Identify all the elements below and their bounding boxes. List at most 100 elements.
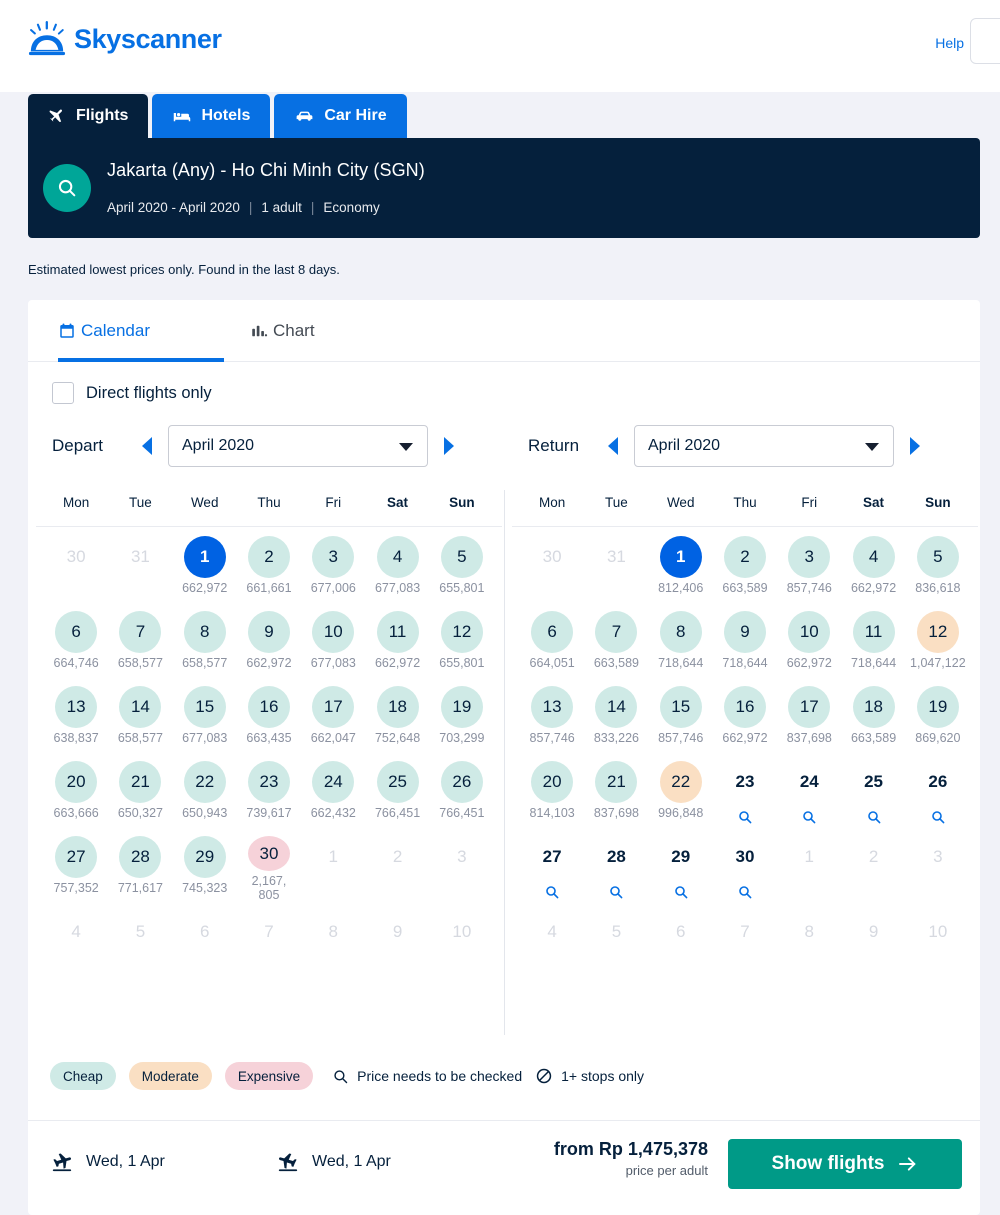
calendar-day-cell[interactable]: 19 703,299 — [430, 677, 494, 752]
price-search-icon[interactable] — [737, 809, 753, 825]
calendar-day-cell[interactable]: 29 — [649, 827, 713, 902]
day-number[interactable]: 17 — [788, 686, 831, 728]
calendar-day-cell[interactable]: 29 745,323 — [173, 827, 237, 902]
day-number[interactable]: 15 — [183, 686, 226, 728]
day-number[interactable]: 14 — [119, 686, 162, 728]
day-number[interactable]: 2 — [247, 536, 290, 578]
day-number[interactable]: 7 — [595, 611, 638, 653]
tab-hotels[interactable]: Hotels — [152, 94, 271, 138]
calendar-day-cell[interactable]: 15 857,746 — [649, 677, 713, 752]
calendar-day-cell[interactable]: 15 677,083 — [173, 677, 237, 752]
day-number[interactable]: 27 — [55, 836, 98, 878]
calendar-day-cell[interactable]: 28 771,617 — [108, 827, 172, 902]
calendar-day-cell[interactable]: 3 857,746 — [777, 527, 841, 602]
day-number[interactable]: 14 — [595, 686, 638, 728]
calendar-day-cell[interactable]: 24 — [777, 752, 841, 827]
day-number[interactable]: 18 — [852, 686, 895, 728]
calendar-day-cell[interactable]: 20 663,666 — [44, 752, 108, 827]
search-summary-bar[interactable]: Jakarta (Any) - Ho Chi Minh City (SGN) A… — [28, 138, 980, 238]
day-number[interactable]: 27 — [531, 836, 573, 878]
calendar-day-cell[interactable]: 14 658,577 — [108, 677, 172, 752]
calendar-day-cell[interactable]: 21 837,698 — [584, 752, 648, 827]
calendar-day-cell[interactable]: 21 650,327 — [108, 752, 172, 827]
day-number[interactable]: 22 — [659, 761, 702, 803]
day-number[interactable]: 10 — [312, 611, 355, 653]
day-number[interactable]: 10 — [788, 611, 831, 653]
day-number[interactable]: 28 — [119, 836, 162, 878]
day-number[interactable]: 13 — [531, 686, 574, 728]
calendar-day-cell[interactable]: 12 1,047,122 — [906, 602, 970, 677]
calendar-day-cell[interactable]: 17 662,047 — [301, 677, 365, 752]
calendar-day-cell[interactable]: 30 — [713, 827, 777, 902]
price-search-icon[interactable] — [801, 809, 817, 825]
depart-prev-month-button[interactable] — [138, 435, 156, 457]
calendar-day-cell[interactable]: 27 — [520, 827, 584, 902]
calendar-day-cell[interactable]: 16 662,972 — [713, 677, 777, 752]
calendar-day-cell[interactable]: 2 661,661 — [237, 527, 301, 602]
checkbox-box[interactable] — [52, 382, 74, 404]
day-number[interactable]: 5 — [916, 536, 959, 578]
calendar-day-cell[interactable]: 23 739,617 — [237, 752, 301, 827]
day-number[interactable]: 16 — [247, 686, 290, 728]
tab-flights[interactable]: Flights — [28, 94, 149, 138]
day-number[interactable]: 8 — [659, 611, 702, 653]
day-number[interactable]: 23 — [247, 761, 290, 803]
calendar-day-cell[interactable]: 11 718,644 — [841, 602, 905, 677]
return-next-month-button[interactable] — [906, 435, 924, 457]
show-flights-button[interactable]: Show flights — [728, 1139, 962, 1189]
calendar-day-cell[interactable]: 16 663,435 — [237, 677, 301, 752]
calendar-day-cell[interactable]: 11 662,972 — [365, 602, 429, 677]
day-number[interactable]: 19 — [440, 686, 483, 728]
day-number[interactable]: 20 — [55, 761, 98, 803]
day-number[interactable]: 9 — [723, 611, 766, 653]
day-number[interactable]: 1 — [183, 536, 226, 578]
calendar-day-cell[interactable]: 6 664,051 — [520, 602, 584, 677]
calendar-day-cell[interactable]: 4 662,972 — [841, 527, 905, 602]
day-number[interactable]: 26 — [917, 761, 959, 803]
day-number[interactable]: 17 — [312, 686, 355, 728]
day-number[interactable]: 4 — [376, 536, 419, 578]
day-number[interactable]: 8 — [183, 611, 226, 653]
day-number[interactable]: 19 — [916, 686, 959, 728]
calendar-day-cell[interactable]: 2 663,589 — [713, 527, 777, 602]
skyscanner-logo[interactable]: Skyscanner — [28, 20, 222, 58]
price-search-icon[interactable] — [866, 809, 882, 825]
day-number[interactable]: 16 — [723, 686, 766, 728]
calendar-day-cell[interactable]: 3 677,006 — [301, 527, 365, 602]
day-number[interactable]: 30 — [247, 836, 290, 871]
day-number[interactable]: 25 — [853, 761, 895, 803]
day-number[interactable]: 24 — [788, 761, 830, 803]
calendar-day-cell[interactable]: 26 — [906, 752, 970, 827]
calendar-day-cell[interactable]: 14 833,226 — [584, 677, 648, 752]
depart-next-month-button[interactable] — [440, 435, 458, 457]
day-number[interactable]: 11 — [376, 611, 419, 653]
price-search-icon[interactable] — [544, 884, 560, 900]
day-number[interactable]: 9 — [247, 611, 290, 653]
calendar-day-cell[interactable]: 23 — [713, 752, 777, 827]
calendar-day-cell[interactable]: 26 766,451 — [430, 752, 494, 827]
day-number[interactable]: 22 — [183, 761, 226, 803]
day-number[interactable]: 21 — [119, 761, 162, 803]
calendar-day-cell[interactable]: 28 — [584, 827, 648, 902]
calendar-day-cell[interactable]: 5 655,801 — [430, 527, 494, 602]
tab-car-hire[interactable]: Car Hire — [274, 94, 407, 138]
return-month-select[interactable]: April 2020 — [634, 425, 894, 467]
calendar-day-cell[interactable]: 7 663,589 — [584, 602, 648, 677]
day-number[interactable]: 7 — [119, 611, 162, 653]
calendar-day-cell[interactable]: 10 677,083 — [301, 602, 365, 677]
account-menu-button[interactable] — [970, 18, 1000, 64]
day-number[interactable]: 5 — [440, 536, 483, 578]
calendar-day-cell[interactable]: 18 752,648 — [365, 677, 429, 752]
day-number[interactable]: 12 — [916, 611, 959, 653]
day-number[interactable]: 2 — [723, 536, 766, 578]
day-number[interactable]: 6 — [531, 611, 574, 653]
calendar-day-cell[interactable]: 9 662,972 — [237, 602, 301, 677]
calendar-day-cell[interactable]: 27 757,352 — [44, 827, 108, 902]
return-prev-month-button[interactable] — [604, 435, 622, 457]
day-number[interactable]: 21 — [595, 761, 638, 803]
calendar-day-cell[interactable]: 13 638,837 — [44, 677, 108, 752]
day-number[interactable]: 29 — [660, 836, 702, 878]
calendar-day-cell[interactable]: 17 837,698 — [777, 677, 841, 752]
day-number[interactable]: 11 — [852, 611, 895, 653]
day-number[interactable]: 13 — [55, 686, 98, 728]
